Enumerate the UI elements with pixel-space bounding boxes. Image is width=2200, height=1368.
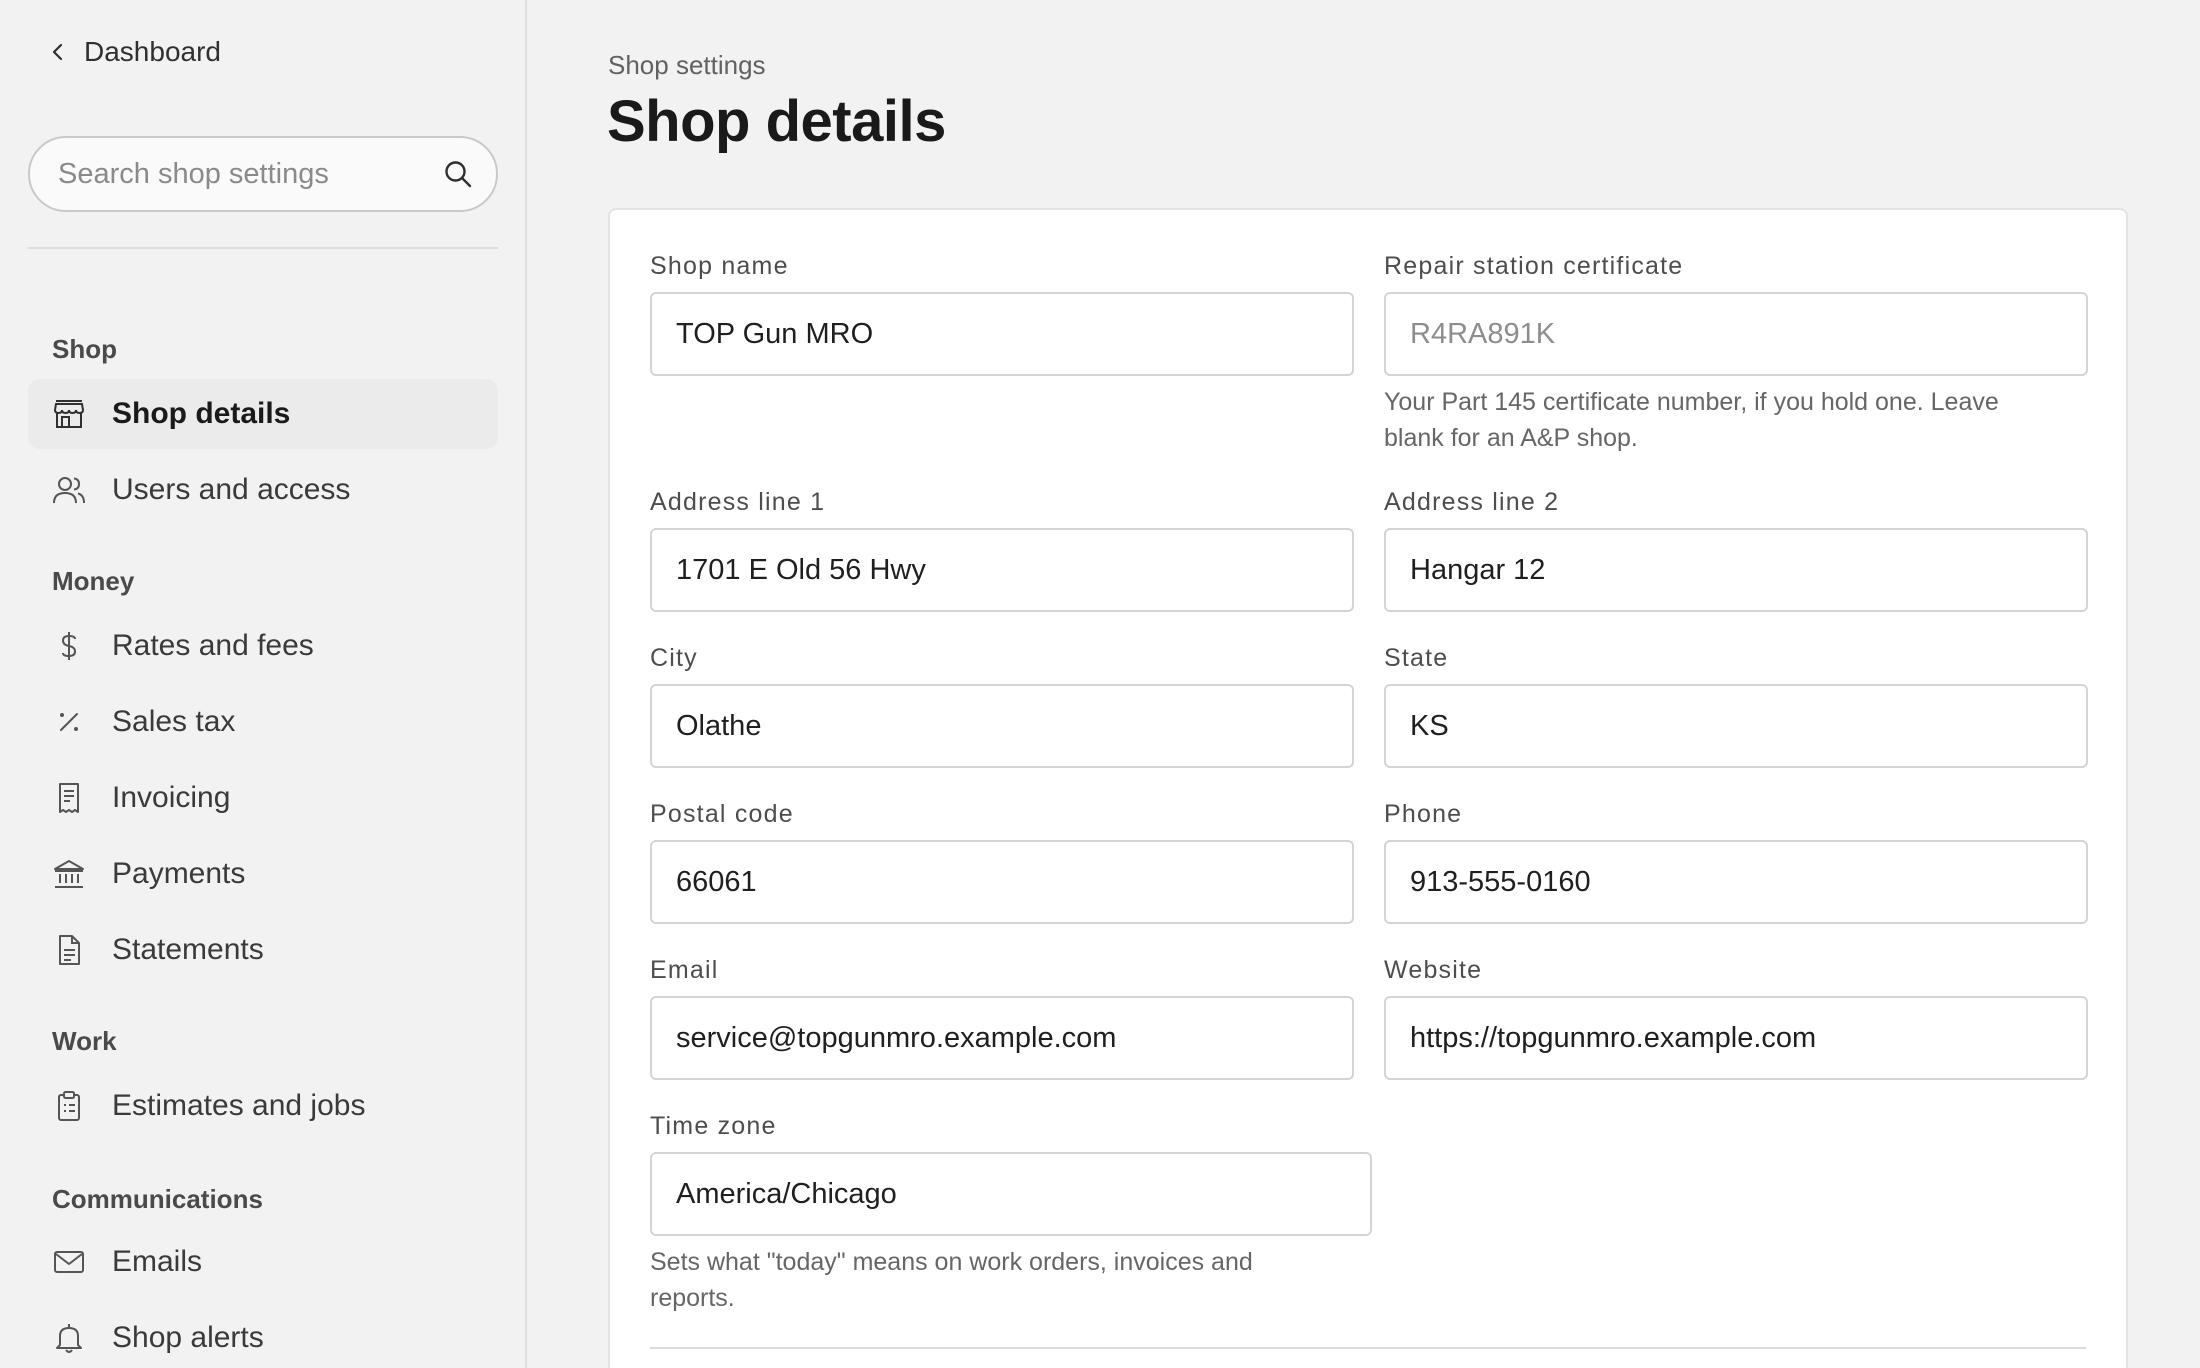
address1-label: Address line 1	[650, 488, 826, 516]
sidebar-item-label: Estimates and jobs	[112, 1089, 366, 1122]
chevron-left-icon	[52, 43, 63, 61]
address2-label: Address line 2	[1384, 488, 1560, 516]
city-label: City	[650, 644, 698, 672]
sidebar-item-label: Shop details	[112, 397, 291, 430]
shop-name-label: Shop name	[650, 252, 789, 280]
nav-section-work: Work	[52, 1026, 117, 1056]
mail-icon	[54, 1251, 84, 1273]
sidebar-item-label: Invoicing	[112, 781, 231, 814]
search-input[interactable]	[58, 157, 442, 191]
back-to-dashboard-link[interactable]: Dashboard	[48, 36, 221, 68]
page-title: Shop details	[607, 89, 946, 154]
sidebar-item-payments[interactable]: Payments	[28, 839, 498, 909]
address1-input[interactable]	[650, 528, 1354, 612]
sidebar-item-sales-tax[interactable]: Sales tax	[28, 687, 498, 757]
sidebar-item-shop-alerts[interactable]: Shop alerts	[28, 1303, 498, 1368]
storefront-icon	[53, 400, 85, 428]
postal-code-label: Postal code	[650, 800, 794, 828]
clipboard-icon	[58, 1091, 80, 1121]
sidebar-item-label: Payments	[112, 857, 246, 890]
shop-name-input[interactable]	[650, 292, 1354, 376]
shop-details-form: Shop name Repair station certificate You…	[608, 208, 2128, 1368]
repair-cert-label: Repair station certificate	[1384, 252, 1684, 280]
time-zone-help: Sets what "today" means on work orders, …	[650, 1248, 1253, 1312]
phone-input[interactable]	[1384, 840, 2088, 924]
percent-icon	[60, 713, 78, 731]
dollar-icon	[61, 632, 77, 660]
time-zone-input[interactable]	[650, 1152, 1372, 1236]
state-input[interactable]	[1384, 684, 2088, 768]
website-input[interactable]	[1384, 996, 2088, 1080]
sidebar-item-label: Statements	[112, 933, 264, 966]
city-input[interactable]	[650, 684, 1354, 768]
repair-cert-input[interactable]	[1384, 292, 2088, 376]
nav-section-shop: Shop	[52, 334, 117, 364]
phone-label: Phone	[1384, 800, 1463, 828]
sidebar-item-label: Sales tax	[112, 705, 236, 738]
sidebar-divider	[28, 247, 498, 249]
users-icon	[53, 477, 85, 504]
bell-icon	[56, 1324, 82, 1353]
sidebar-item-invoicing[interactable]: Invoicing	[28, 763, 498, 833]
time-zone-label: Time zone	[650, 1112, 777, 1140]
website-label: Website	[1384, 956, 1483, 984]
nav-section-communications: Communications	[52, 1184, 263, 1214]
address2-input[interactable]	[1384, 528, 2088, 612]
search-box	[28, 136, 498, 212]
sidebar-item-shop-details[interactable]: Shop details	[28, 379, 498, 449]
sidebar-item-label: Emails	[112, 1245, 203, 1278]
repair-cert-help: Your Part 145 certificate number, if you…	[1384, 388, 1999, 452]
sidebar-item-emails[interactable]: Emails	[28, 1227, 498, 1297]
email-label: Email	[650, 956, 719, 984]
sidebar-item-estimates-and-jobs[interactable]: Estimates and jobs	[28, 1071, 498, 1141]
breadcrumb: Shop settings	[608, 50, 766, 80]
sidebar-item-label: Rates and fees	[112, 629, 314, 662]
sidebar: Dashboard Shop Shop details Users and ac…	[0, 0, 527, 1368]
sidebar-item-users-and-access[interactable]: Users and access	[28, 455, 498, 525]
search-icon[interactable]	[442, 158, 474, 190]
state-label: State	[1384, 644, 1449, 672]
back-link-label: Dashboard	[84, 36, 221, 67]
sidebar-item-label: Users and access	[112, 473, 351, 506]
sidebar-item-label: Shop alerts	[112, 1321, 264, 1354]
nav-section-money: Money	[52, 566, 135, 596]
sidebar-item-statements[interactable]: Statements	[28, 915, 498, 985]
sidebar-item-rates-and-fees[interactable]: Rates and fees	[28, 611, 498, 681]
form-divider	[650, 1347, 2086, 1349]
email-input[interactable]	[650, 996, 1354, 1080]
postal-code-input[interactable]	[650, 840, 1354, 924]
document-icon	[59, 935, 80, 965]
receipt-icon	[59, 783, 79, 813]
bank-icon	[54, 860, 84, 888]
